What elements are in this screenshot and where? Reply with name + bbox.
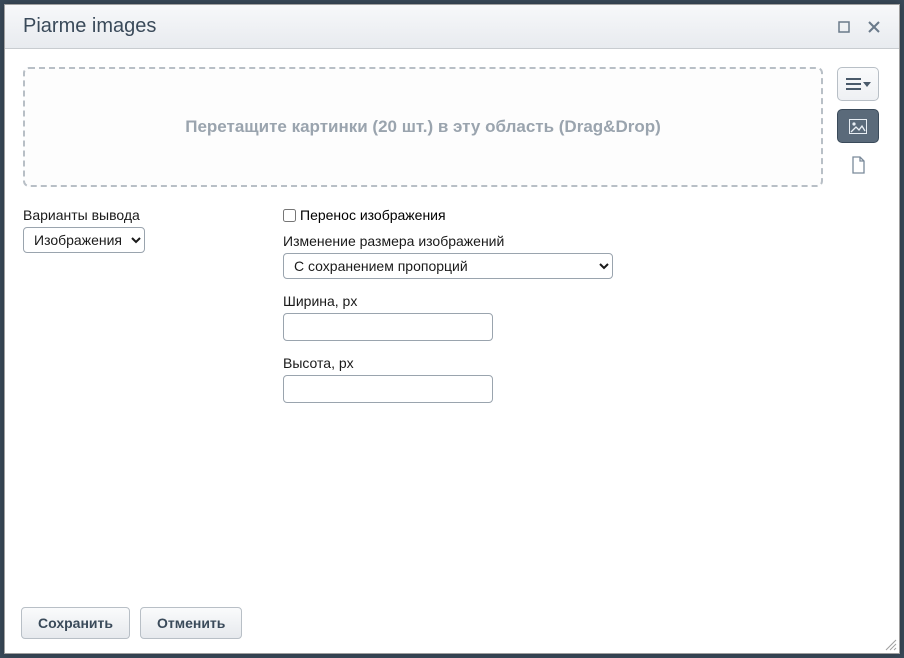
dropzone-text: Перетащите картинки (20 шт.) в эту облас… bbox=[185, 117, 661, 137]
footer: Сохранить Отменить bbox=[5, 596, 899, 653]
titlebar: Piarme images bbox=[5, 5, 899, 49]
width-input[interactable] bbox=[283, 313, 493, 341]
wrap-checkbox[interactable] bbox=[283, 209, 296, 222]
resize-label: Изменение размера изображений bbox=[283, 233, 613, 249]
dialog-window: Piarme images Перетащите картинки (20 шт… bbox=[4, 4, 900, 654]
resize-grip[interactable] bbox=[883, 637, 897, 651]
save-button[interactable]: Сохранить bbox=[21, 607, 130, 639]
wrap-checkbox-label: Перенос изображения bbox=[300, 207, 446, 223]
close-icon bbox=[868, 21, 880, 33]
hamburger-icon bbox=[846, 78, 861, 90]
height-label: Высота, px bbox=[283, 355, 613, 371]
file-icon bbox=[851, 156, 866, 174]
variants-label: Варианты вывода bbox=[23, 207, 203, 223]
file-mode-button[interactable] bbox=[837, 151, 879, 179]
width-label: Ширина, px bbox=[283, 293, 613, 309]
image-mode-button[interactable] bbox=[837, 109, 879, 143]
close-button[interactable] bbox=[863, 16, 885, 38]
maximize-icon bbox=[838, 21, 850, 33]
maximize-button[interactable] bbox=[833, 16, 855, 38]
menu-button[interactable] bbox=[837, 67, 879, 101]
window-title: Piarme images bbox=[23, 15, 825, 38]
side-toolbar bbox=[835, 67, 881, 179]
image-icon bbox=[849, 119, 867, 134]
variants-select[interactable]: Изображения bbox=[23, 227, 145, 253]
resize-select[interactable]: С сохранением пропорций bbox=[283, 253, 613, 279]
cancel-button[interactable]: Отменить bbox=[140, 607, 242, 639]
resize-grip-icon bbox=[883, 637, 897, 651]
chevron-down-icon bbox=[863, 82, 871, 87]
dropzone[interactable]: Перетащите картинки (20 шт.) в эту облас… bbox=[23, 67, 823, 187]
height-input[interactable] bbox=[283, 375, 493, 403]
content-area: Перетащите картинки (20 шт.) в эту облас… bbox=[5, 49, 899, 596]
